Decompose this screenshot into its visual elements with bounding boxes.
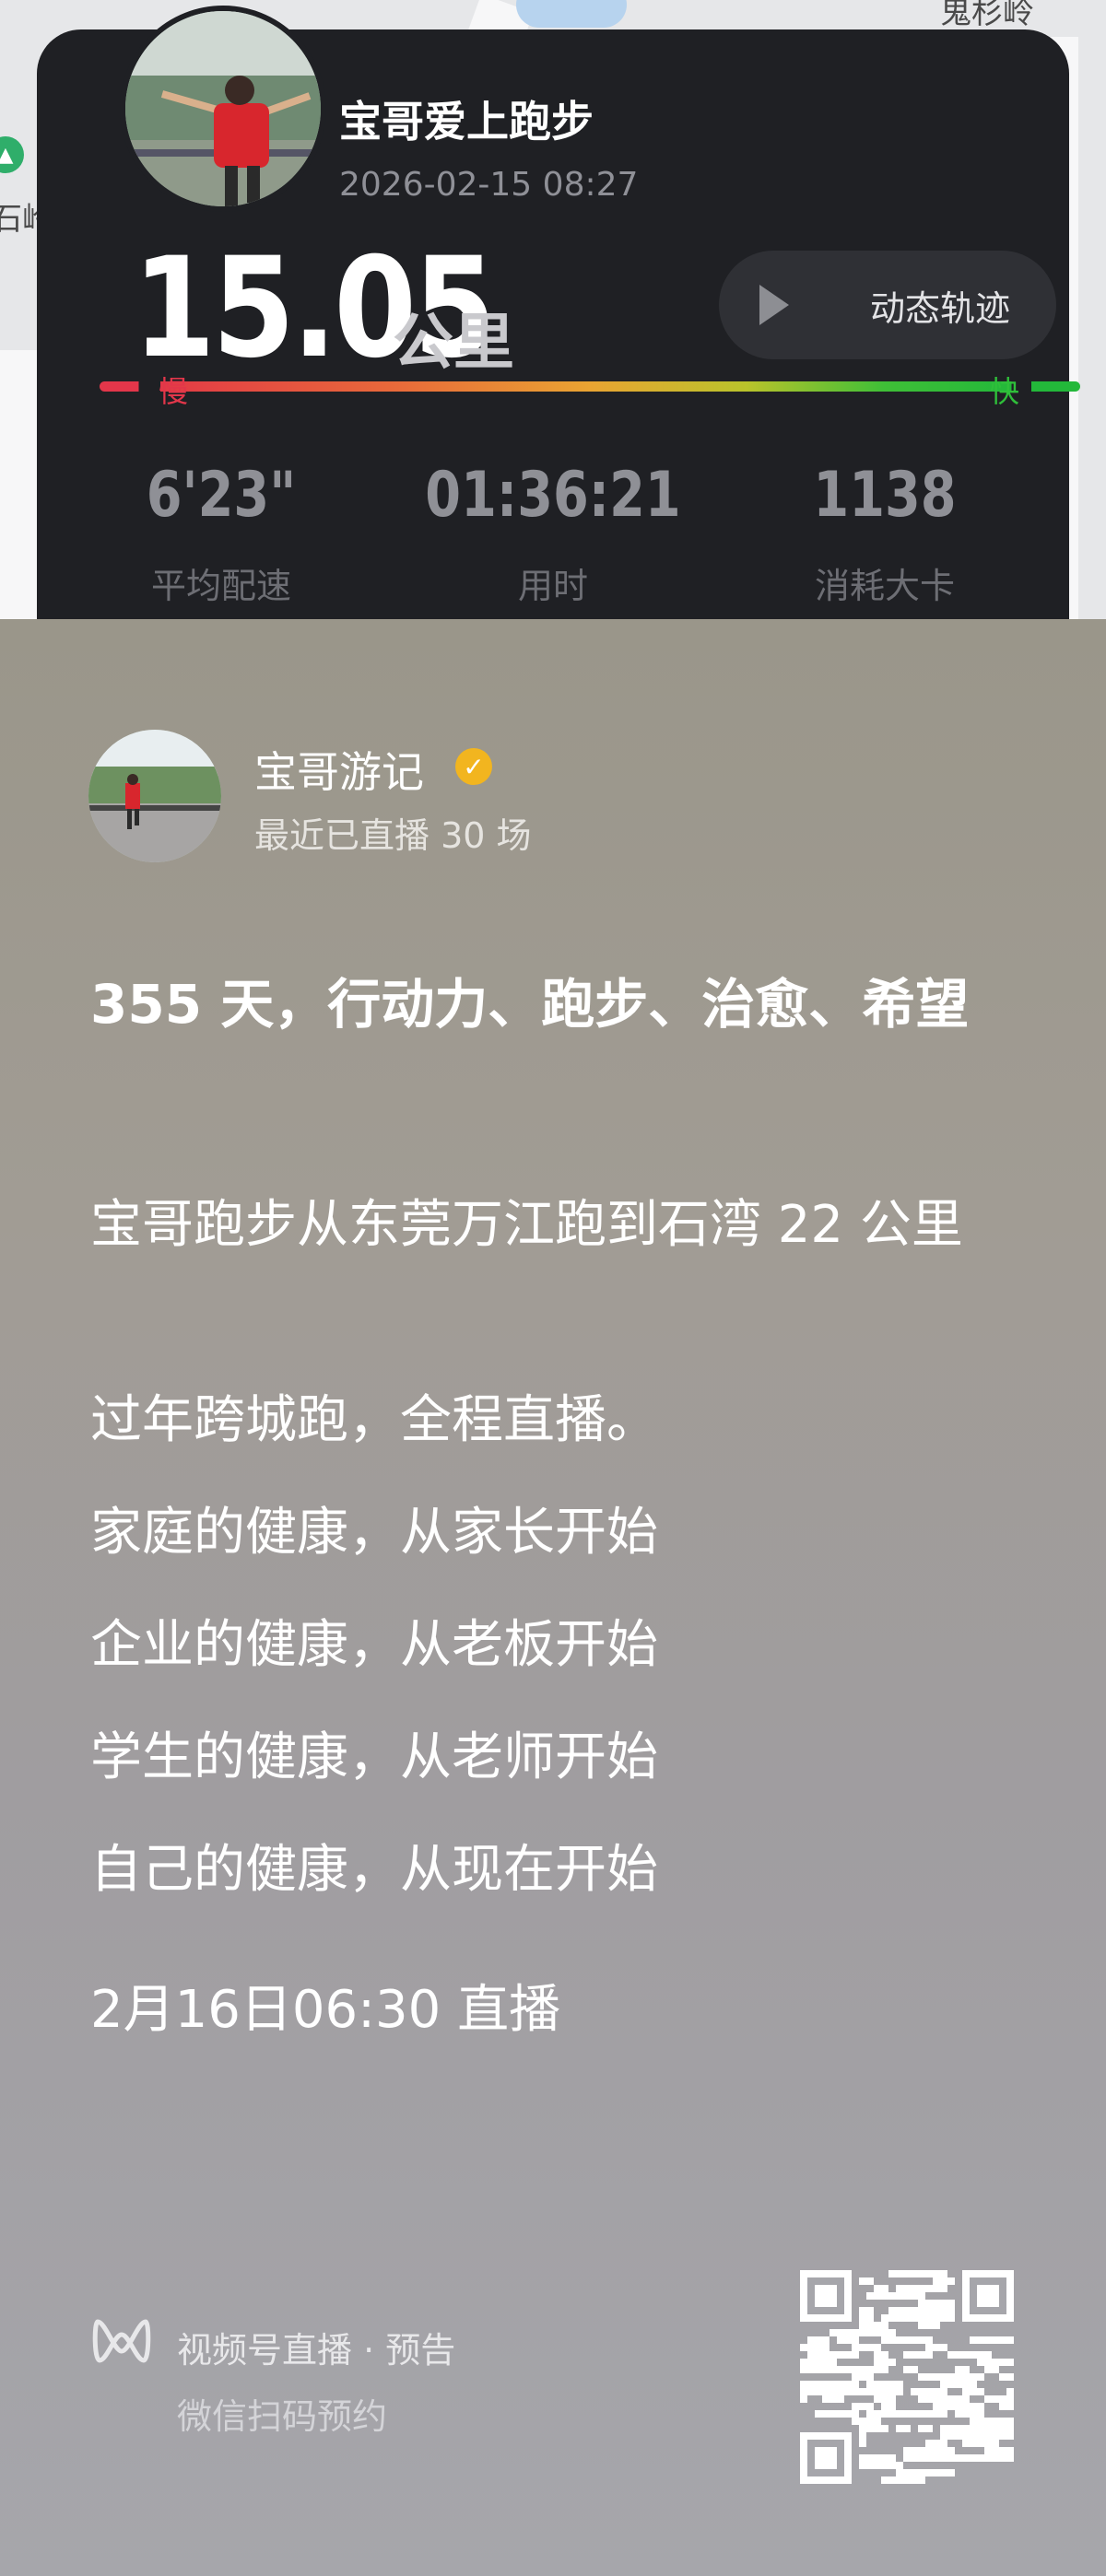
qr-code-icon[interactable] bbox=[800, 2270, 1014, 2484]
stat-label: 平均配速 bbox=[150, 566, 291, 606]
footer-title: 视频号直播 · 预告 bbox=[177, 2330, 456, 2371]
pace-fast-label: 快 bbox=[990, 374, 1020, 409]
dynamic-track-button[interactable]: 动态轨迹 bbox=[719, 251, 1056, 359]
post-line: 企业的健康，从老板开始 bbox=[90, 1615, 658, 1675]
stat-calories: 1138 消耗大卡 bbox=[719, 459, 1051, 608]
stat-avg-pace: 6'23" 平均配速 bbox=[55, 459, 387, 608]
post-headline: 355 天，行动力、跑步、治愈、希望 bbox=[90, 973, 970, 1036]
map-water bbox=[516, 0, 627, 28]
post-line: 家庭的健康，从家长开始 bbox=[90, 1503, 658, 1563]
pace-slow-label: 慢 bbox=[159, 374, 189, 409]
live-preview-poster: 宝哥游记 ✓ 最近已直播 30 场 355 天，行动力、跑步、治愈、希望 宝哥跑… bbox=[0, 619, 1106, 2576]
host-photo bbox=[88, 730, 221, 862]
map-label: 鬼杉岭 bbox=[940, 0, 1034, 31]
post-line: 宝哥跑步从东莞万江跑到石湾 22 公里 bbox=[90, 1195, 963, 1255]
host-avatar[interactable] bbox=[88, 730, 221, 862]
runner-avatar[interactable] bbox=[120, 6, 326, 212]
dynamic-track-label: 动态轨迹 bbox=[870, 287, 1011, 329]
map-marker-icon: ▲ bbox=[0, 136, 24, 173]
stat-value: 1138 bbox=[813, 459, 957, 532]
stat-value: 6'23" bbox=[146, 459, 297, 532]
post-line: 学生的健康，从老师开始 bbox=[90, 1727, 658, 1787]
map-road bbox=[0, 350, 37, 619]
stat-label: 消耗大卡 bbox=[814, 566, 955, 606]
footer-subtitle: 微信扫码预约 bbox=[177, 2396, 388, 2437]
run-datetime: 2026-02-15 08:27 bbox=[339, 166, 639, 204]
runner-photo bbox=[125, 11, 321, 206]
play-icon bbox=[759, 285, 789, 325]
post-line: 自己的健康，从现在开始 bbox=[90, 1840, 658, 1900]
distance-unit: 公里 bbox=[393, 307, 514, 378]
stat-duration: 01:36:21 用时 bbox=[387, 459, 719, 608]
stat-label: 用时 bbox=[517, 566, 588, 606]
channels-logo-icon bbox=[92, 2319, 151, 2363]
host-live-count: 最近已直播 30 场 bbox=[254, 815, 532, 856]
host-name: 宝哥游记 bbox=[254, 747, 424, 797]
runner-name: 宝哥爱上跑步 bbox=[339, 97, 594, 146]
post-line: 过年跨城跑，全程直播。 bbox=[90, 1390, 658, 1450]
stat-value: 01:36:21 bbox=[425, 459, 681, 532]
live-schedule: 2月16日06:30 直播 bbox=[90, 1980, 561, 2040]
verified-badge-icon: ✓ bbox=[455, 748, 492, 785]
run-summary-card: 宝哥爱上跑步 2026-02-15 08:27 15.05 公里 动态轨迹 慢 … bbox=[37, 6, 1080, 674]
pace-gradient-bar bbox=[100, 381, 1080, 392]
